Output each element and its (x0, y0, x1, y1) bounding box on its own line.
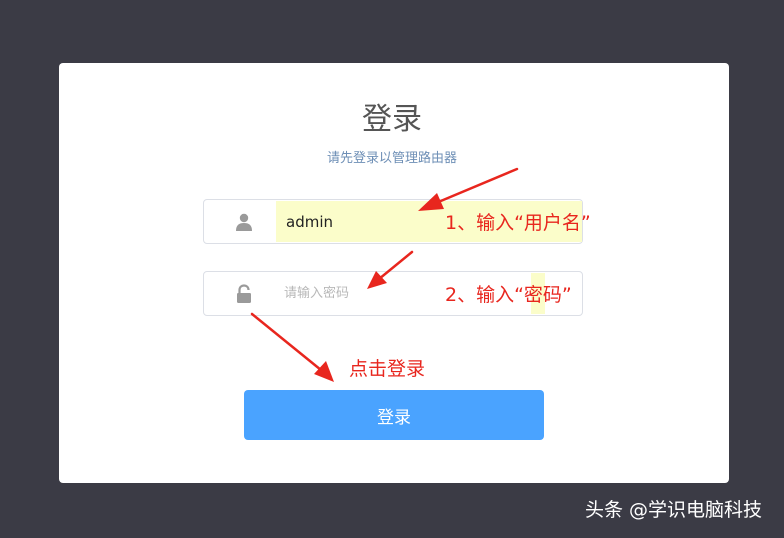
login-button[interactable]: 登录 (244, 390, 544, 440)
user-icon (236, 213, 252, 231)
page-title: 登录 (362, 102, 422, 137)
annotation-step1: 1、输入“用户名” (445, 212, 591, 234)
annotation-step3: 点击登录 (349, 358, 426, 380)
watermark: 头条 @学识电脑科技 (585, 499, 763, 521)
lock-icon (237, 284, 251, 303)
page-subtitle: 请先登录以管理路由器 (326, 151, 457, 166)
annotation-step2: 2、输入“密码” (445, 284, 572, 306)
